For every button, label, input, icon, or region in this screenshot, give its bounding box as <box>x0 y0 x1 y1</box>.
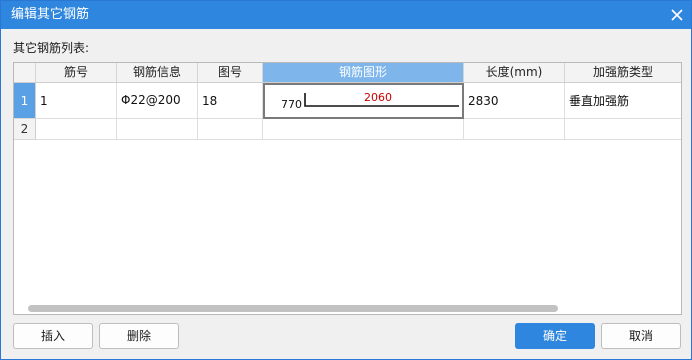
cell-text: 垂直加强筋 <box>569 94 630 108</box>
cell-text: Φ22@200 <box>121 93 181 107</box>
cell-text: 18 <box>202 94 218 108</box>
column-header-reinforcement-type[interactable]: 加强筋类型 <box>565 63 681 83</box>
column-header-shape[interactable]: 钢筋图形 <box>263 63 464 83</box>
title-bar: 编辑其它钢筋 <box>1 1 691 29</box>
cell-bar-no[interactable]: 1 <box>36 83 117 119</box>
cell-bar-info[interactable] <box>117 119 198 140</box>
column-header-bar-info[interactable]: 钢筋信息 <box>117 63 198 83</box>
cancel-button[interactable]: 取消 <box>601 323 681 349</box>
cell-text: 1 <box>40 94 48 108</box>
column-header-figure-no[interactable]: 图号 <box>198 63 263 83</box>
cell-text: 2830 <box>468 94 499 108</box>
cell-reinforcement-type[interactable] <box>565 119 681 140</box>
cell-shape[interactable]: 770 2060 <box>263 83 464 119</box>
cell-length[interactable]: 2830 <box>464 83 565 119</box>
cell-shape[interactable] <box>263 119 464 140</box>
ok-button[interactable]: 确定 <box>515 323 595 349</box>
row-header[interactable]: 2 <box>14 119 36 140</box>
cell-figure-no[interactable] <box>198 119 263 140</box>
insert-button[interactable]: 插入 <box>13 323 93 349</box>
close-button[interactable] <box>667 5 687 25</box>
edit-other-rebar-dialog: 编辑其它钢筋 其它钢筋列表: 筋号 钢筋信息 图号 钢筋图形 长度(mm) 加强… <box>0 0 692 360</box>
shape-top-dimension: 2060 <box>364 91 392 104</box>
row-header[interactable]: 1 <box>14 83 36 119</box>
cell-reinforcement-type[interactable]: 垂直加强筋 <box>565 83 681 119</box>
dialog-title: 编辑其它钢筋 <box>11 7 90 22</box>
column-header-bar-no[interactable]: 筋号 <box>36 63 117 83</box>
scrollbar-thumb[interactable] <box>28 305 558 312</box>
cell-length[interactable] <box>464 119 565 140</box>
cell-figure-no[interactable]: 18 <box>198 83 263 119</box>
column-header-length[interactable]: 长度(mm) <box>464 63 565 83</box>
rebar-table[interactable]: 筋号 钢筋信息 图号 钢筋图形 长度(mm) 加强筋类型 1 1 Φ22@200… <box>13 62 682 315</box>
horizontal-scrollbar[interactable] <box>14 302 681 314</box>
cell-bar-no[interactable] <box>36 119 117 140</box>
cell-bar-info[interactable]: Φ22@200 <box>117 83 198 119</box>
corner-header <box>14 63 36 83</box>
delete-button[interactable]: 删除 <box>99 323 179 349</box>
rebar-list-label: 其它钢筋列表: <box>13 41 90 55</box>
close-icon <box>671 9 683 21</box>
